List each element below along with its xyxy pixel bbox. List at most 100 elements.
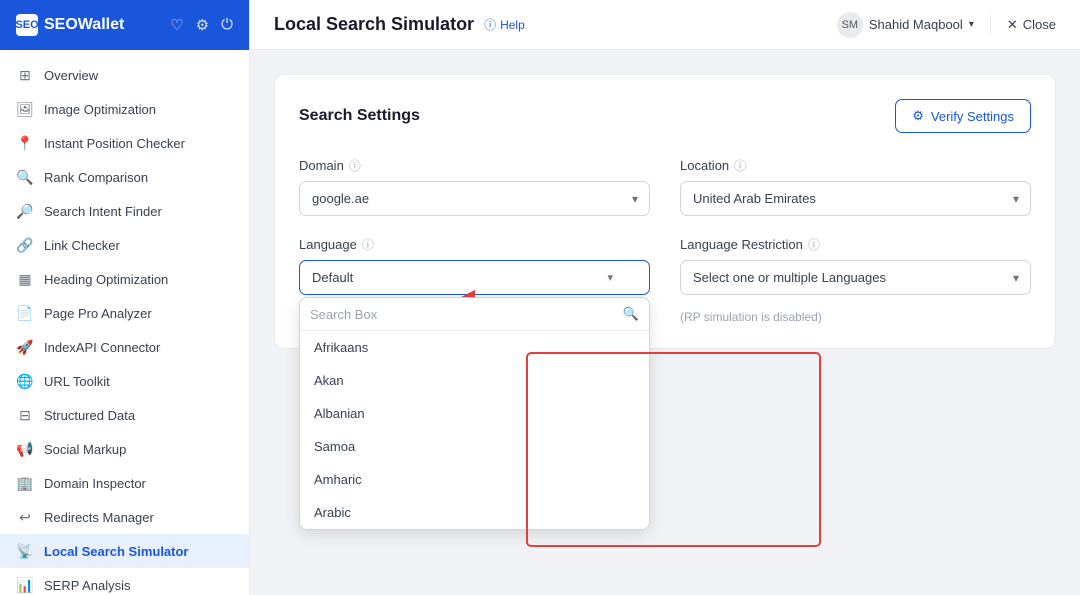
language-group: Language ⓘ Default ▾ 🔍 (299, 236, 650, 324)
nav-icon-page-pro-analyzer: 📄 (16, 304, 34, 322)
settings-gear-icon: ⚙ (912, 108, 924, 124)
sidebar-item-overview[interactable]: ⊞ Overview (0, 58, 249, 92)
user-info[interactable]: SM Shahid Maqbool ▾ (837, 12, 974, 38)
language-list: AfrikaansAkanAlbanianSamoaAmharicArabic (300, 331, 649, 529)
nav-label-position-checker: Instant Position Checker (44, 136, 185, 151)
nav-icon-overview: ⊞ (16, 66, 34, 84)
nav-icon-heading-optimization: ▦ (16, 270, 34, 288)
sidebar-item-page-pro-analyzer[interactable]: 📄 Page Pro Analyzer (0, 296, 249, 330)
logo: SEO SEOWallet (16, 14, 124, 36)
language-restriction-label: Language Restriction ⓘ (680, 236, 1031, 253)
sidebar: SEO SEOWallet ♡ ⚙ ⏻ ⊞ Overview 🖼 Image O… (0, 0, 250, 595)
help-link[interactable]: ⓘ Help (484, 16, 525, 33)
language-option-afrikaans[interactable]: Afrikaans (300, 331, 649, 364)
domain-label: Domain ⓘ (299, 157, 650, 174)
nav-label-redirects-manager: Redirects Manager (44, 510, 154, 525)
card-header: Search Settings ⚙ Verify Settings (299, 99, 1031, 133)
sidebar-item-position-checker[interactable]: 📍 Instant Position Checker (0, 126, 249, 160)
main-content: Local Search Simulator ⓘ Help SM Shahid … (250, 0, 1080, 595)
sidebar-item-search-intent[interactable]: 🔎 Search Intent Finder (0, 194, 249, 228)
sidebar-item-url-toolkit[interactable]: 🌐 URL Toolkit (0, 364, 249, 398)
main-header: Local Search Simulator ⓘ Help SM Shahid … (250, 0, 1080, 50)
nav-label-overview: Overview (44, 68, 98, 83)
nav-icon-social-markup: 📢 (16, 440, 34, 458)
sidebar-item-indexapi-connector[interactable]: 🚀 IndexAPI Connector (0, 330, 249, 364)
sidebar-item-domain-inspector[interactable]: 🏢 Domain Inspector (0, 466, 249, 500)
location-help-icon[interactable]: ⓘ (734, 157, 746, 174)
language-chevron-icon: ▾ (607, 271, 613, 284)
header-left: Local Search Simulator ⓘ Help (274, 14, 525, 35)
nav-label-image-optimization: Image Optimization (44, 102, 156, 117)
avatar: SM (837, 12, 863, 38)
sidebar-nav: ⊞ Overview 🖼 Image Optimization 📍 Instan… (0, 50, 249, 595)
language-search-input[interactable] (310, 307, 617, 322)
sidebar-header: SEO SEOWallet ♡ ⚙ ⏻ (0, 0, 249, 50)
search-icon: 🔍 (623, 306, 639, 322)
header-icons: ♡ ⚙ ⏻ (170, 16, 233, 34)
nav-icon-domain-inspector: 🏢 (16, 474, 34, 492)
language-restriction-wrapper: Select one or multiple Languages ▾ (680, 260, 1031, 295)
verify-settings-button[interactable]: ⚙ Verify Settings (895, 99, 1031, 133)
logo-icon: SEO (16, 14, 38, 36)
language-restriction-select[interactable]: Select one or multiple Languages (680, 260, 1031, 295)
language-help-icon[interactable]: ⓘ (362, 236, 374, 253)
close-icon: ✕ (1007, 17, 1018, 33)
nav-label-serp-analysis: SERP Analysis (44, 578, 130, 593)
domain-help-icon[interactable]: ⓘ (349, 157, 361, 174)
note-text: (RP simulation is disabled) (680, 310, 1031, 324)
nav-icon-local-search-simulator: 📡 (16, 542, 34, 560)
nav-label-page-pro-analyzer: Page Pro Analyzer (44, 306, 152, 321)
sidebar-item-image-optimization[interactable]: 🖼 Image Optimization (0, 92, 249, 126)
page-title: Local Search Simulator (274, 14, 474, 35)
settings-icon[interactable]: ⚙ (196, 16, 209, 34)
help-text: Help (500, 18, 525, 32)
content-area: Search Settings ⚙ Verify Settings Domain… (250, 50, 1080, 595)
nav-icon-url-toolkit: 🌐 (16, 372, 34, 390)
header-right: SM Shahid Maqbool ▾ ✕ Close (837, 12, 1056, 38)
language-dropdown-container: Default ▾ 🔍 AfrikaansAkanAlbanianSamoaAm… (299, 260, 650, 295)
close-button[interactable]: ✕ Close (1007, 17, 1056, 33)
domain-select[interactable]: google.ae google.com google.co.uk (299, 181, 650, 216)
power-icon[interactable]: ⏻ (221, 16, 233, 34)
language-dropdown-trigger[interactable]: Default ▾ (299, 260, 650, 295)
user-name: Shahid Maqbool (869, 17, 963, 32)
language-option-samoa[interactable]: Samoa (300, 430, 649, 463)
location-select[interactable]: United Arab Emirates United States Unite… (680, 181, 1031, 216)
location-group: Location ⓘ United Arab Emirates United S… (680, 157, 1031, 216)
language-option-albanian[interactable]: Albanian (300, 397, 649, 430)
nav-icon-search-intent: 🔎 (16, 202, 34, 220)
nav-icon-structured-data: ⊟ (16, 406, 34, 424)
user-chevron-icon: ▾ (969, 19, 974, 30)
language-option-arabic[interactable]: Arabic (300, 496, 649, 529)
nav-icon-redirects-manager: ↩ (16, 508, 34, 526)
card-title: Search Settings (299, 107, 420, 125)
sidebar-item-link-checker[interactable]: 🔗 Link Checker (0, 228, 249, 262)
language-dropdown-menu: 🔍 AfrikaansAkanAlbanianSamoaAmharicArabi… (299, 297, 650, 530)
heart-icon[interactable]: ♡ (170, 16, 183, 34)
language-restriction-group: Language Restriction ⓘ Select one or mul… (680, 236, 1031, 324)
nav-label-search-intent: Search Intent Finder (44, 204, 162, 219)
logo-text: SEOWallet (44, 16, 124, 34)
language-search-box: 🔍 (300, 298, 649, 331)
domain-select-wrapper: google.ae google.com google.co.uk ▾ (299, 181, 650, 216)
nav-label-domain-inspector: Domain Inspector (44, 476, 146, 491)
language-option-akan[interactable]: Akan (300, 364, 649, 397)
sidebar-item-heading-optimization[interactable]: ▦ Heading Optimization (0, 262, 249, 296)
language-option-amharic[interactable]: Amharic (300, 463, 649, 496)
nav-label-rank-comparison: Rank Comparison (44, 170, 148, 185)
sidebar-item-rank-comparison[interactable]: 🔍 Rank Comparison (0, 160, 249, 194)
nav-icon-rank-comparison: 🔍 (16, 168, 34, 186)
nav-label-structured-data: Structured Data (44, 408, 135, 423)
language-restriction-help-icon[interactable]: ⓘ (808, 236, 820, 253)
sidebar-item-social-markup[interactable]: 📢 Social Markup (0, 432, 249, 466)
sidebar-item-local-search-simulator[interactable]: 📡 Local Search Simulator (0, 534, 249, 568)
verify-label: Verify Settings (931, 109, 1014, 124)
nav-label-indexapi-connector: IndexAPI Connector (44, 340, 160, 355)
search-settings-card: Search Settings ⚙ Verify Settings Domain… (274, 74, 1056, 349)
sidebar-item-structured-data[interactable]: ⊟ Structured Data (0, 398, 249, 432)
nav-label-local-search-simulator: Local Search Simulator (44, 544, 189, 559)
domain-group: Domain ⓘ google.ae google.com google.co.… (299, 157, 650, 216)
form-grid: Domain ⓘ google.ae google.com google.co.… (299, 157, 1031, 324)
sidebar-item-serp-analysis[interactable]: 📊 SERP Analysis (0, 568, 249, 595)
sidebar-item-redirects-manager[interactable]: ↩ Redirects Manager (0, 500, 249, 534)
